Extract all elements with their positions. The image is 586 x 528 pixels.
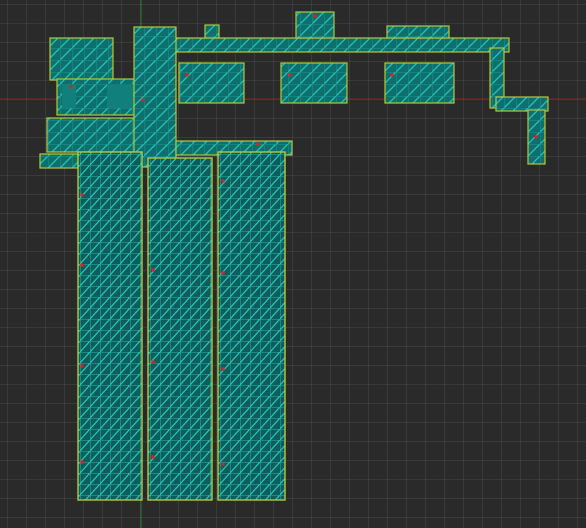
right-stub[interactable] — [495, 96, 549, 165]
column-array-1[interactable] — [77, 151, 143, 501]
left-io-cluster[interactable] — [39, 37, 138, 169]
column-array-3[interactable] — [217, 151, 286, 501]
upper-array-2[interactable] — [280, 62, 348, 104]
layout-canvas[interactable] — [0, 0, 586, 528]
column-array-2[interactable] — [147, 157, 213, 501]
upper-array-1[interactable] — [178, 62, 245, 104]
upper-array-3[interactable] — [384, 62, 455, 104]
layout-viewport[interactable] — [0, 0, 586, 528]
